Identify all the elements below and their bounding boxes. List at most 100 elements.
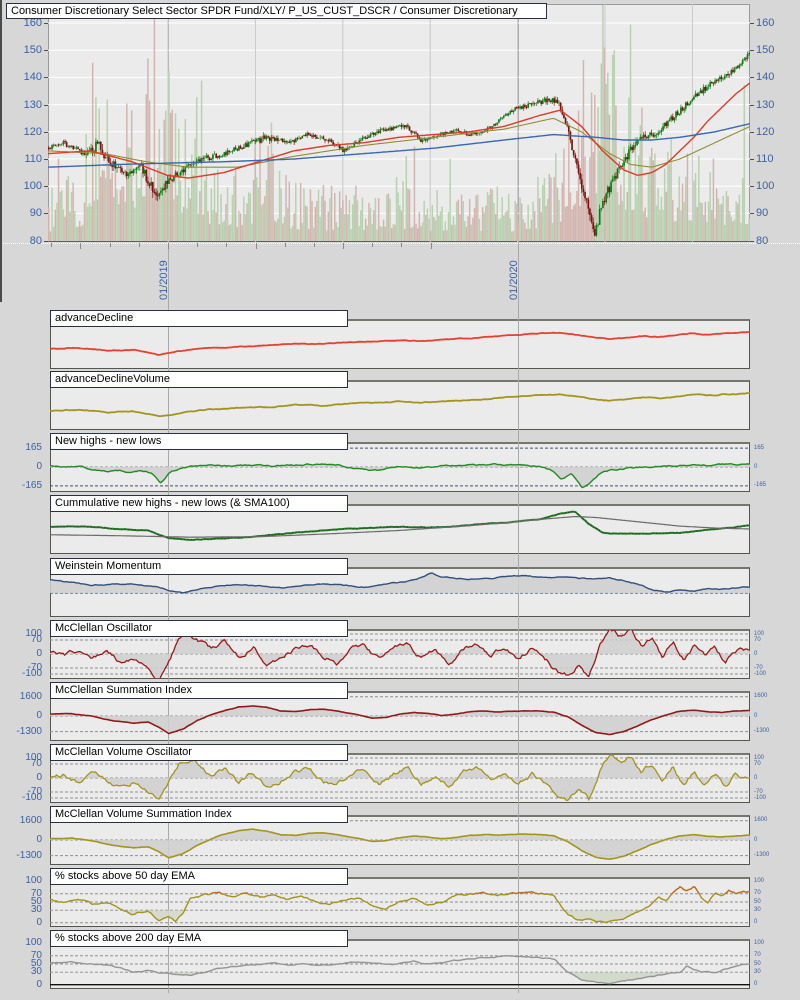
panel-label: advanceDecline xyxy=(55,312,134,324)
panel-label-box: McClellan Volume Summation Index xyxy=(50,806,348,823)
panel-axis-label: 1600 xyxy=(754,693,768,700)
panel-axis-label: 1600 xyxy=(19,815,42,826)
panel-label-box: Cummulative new highs - new lows (& SMA1… xyxy=(50,495,348,512)
panel-label-box: McClellan Volume Oscillator xyxy=(50,744,348,761)
price-volume-chart[interactable] xyxy=(48,4,750,242)
panel-axis-label: 0 xyxy=(36,710,42,721)
panel-mcclellan-volume-summation-index: McClellan Volume Summation Index xyxy=(0,806,800,869)
panel-axis-label: 165 xyxy=(754,444,765,451)
pct-above-50day-ema-plot[interactable] xyxy=(50,878,750,926)
mcclellan-oscillator-plot[interactable] xyxy=(50,630,750,678)
panel-axis-label: 50 xyxy=(754,960,761,967)
panel-axis-label: 165 xyxy=(25,442,42,453)
chart-title-box: Consumer Discretionary Select Sector SPD… xyxy=(6,3,547,19)
panel-pct-above-200day-ema: % stocks above 200 day EMA xyxy=(0,930,800,993)
month-tick xyxy=(80,243,81,249)
panel-axis-label: 30 xyxy=(30,966,42,977)
panel-axis-label: 100 xyxy=(25,937,42,948)
y-axis-tick xyxy=(750,132,754,133)
panel-label: McClellan Volume Oscillator xyxy=(55,746,192,758)
y-axis-label: 150 xyxy=(23,44,42,56)
panel-label-box: McClellan Summation Index xyxy=(50,682,348,699)
panel-axis-label: 30 xyxy=(30,904,42,915)
y-axis-label: 80 xyxy=(29,235,42,247)
panel-axis-label: 100 xyxy=(754,877,765,884)
panel-axis-label: -1300 xyxy=(16,850,42,861)
y-axis-label: 130 xyxy=(23,99,42,111)
panel-axis-label: 0 xyxy=(754,650,758,657)
panel-axis-label: 1600 xyxy=(19,691,42,702)
panel-axis-label: 0 xyxy=(754,919,758,926)
advance-decline-plot[interactable] xyxy=(50,320,750,368)
panel-axis-label: 0 xyxy=(754,774,758,781)
y-axis-tick xyxy=(750,213,754,214)
panel-label: McClellan Volume Summation Index xyxy=(55,808,232,820)
panel-axis-label: -100 xyxy=(754,794,767,801)
panel-axis-label: 1600 xyxy=(754,817,768,824)
date-axis-line xyxy=(0,243,800,244)
panel-label-box: Weinstein Momentum xyxy=(50,558,348,575)
month-tick xyxy=(139,243,140,247)
mcclellan-volume-oscillator-plot[interactable] xyxy=(50,754,750,802)
y-axis-label: 110 xyxy=(24,153,42,165)
window-left-edge xyxy=(0,0,2,302)
panel-label: Weinstein Momentum xyxy=(55,560,162,572)
y-axis-tick xyxy=(44,213,48,214)
month-tick xyxy=(197,243,198,247)
panel-label-box: % stocks above 200 day EMA xyxy=(50,930,348,947)
weinstein-momentum-plot[interactable] xyxy=(50,568,750,616)
panel-axis-label: -100 xyxy=(754,670,767,677)
new-highs-new-lows-plot[interactable] xyxy=(50,443,750,491)
panel-new-highs-new-lows: New highs - new lows xyxy=(0,433,800,496)
panel-label: % stocks above 200 day EMA xyxy=(55,932,202,944)
panel-axis-label: 30 xyxy=(754,906,761,913)
panel-axis-label: -1300 xyxy=(16,726,42,737)
y-axis-tick xyxy=(44,132,48,133)
panel-axis-label: 0 xyxy=(36,834,42,845)
month-tick xyxy=(314,243,315,247)
panel-axis-label: 0 xyxy=(36,917,42,928)
month-tick xyxy=(372,243,373,247)
mcclellan-summation-index-plot[interactable] xyxy=(50,692,750,740)
y-axis-tick xyxy=(44,50,48,51)
panel-axis-label: 70 xyxy=(754,636,761,643)
panel-label: Cummulative new highs - new lows (& SMA1… xyxy=(55,497,290,509)
panel-axis-label: 0 xyxy=(36,648,42,659)
panel-axis-label: 0 xyxy=(36,772,42,783)
mcclellan-volume-summation-index-plot[interactable] xyxy=(50,816,750,864)
panel-axis-label: 0 xyxy=(36,979,42,990)
y-axis-label: 100 xyxy=(756,180,775,192)
panel-axis-label: 100 xyxy=(754,939,765,946)
advance-decline-volume-plot[interactable] xyxy=(50,381,750,429)
panel-mcclellan-oscillator: McClellan Oscillator xyxy=(0,620,800,683)
panel-label: New highs - new lows xyxy=(55,435,162,447)
y-axis-tick xyxy=(750,186,754,187)
y-axis-tick xyxy=(44,159,48,160)
pct-above-200day-ema-plot[interactable] xyxy=(50,940,750,988)
y-axis-tick xyxy=(750,159,754,160)
y-axis-label: 90 xyxy=(29,207,42,219)
month-tick xyxy=(401,243,402,247)
chart-application-window: Consumer Discretionary Select Sector SPD… xyxy=(0,0,800,1000)
panel-label: McClellan Summation Index xyxy=(55,684,192,696)
cumulative-new-highs-new-lows-plot[interactable] xyxy=(50,505,750,553)
y-axis-tick xyxy=(750,77,754,78)
panel-label: McClellan Oscillator xyxy=(55,622,153,634)
panel-axis-label: 30 xyxy=(754,968,761,975)
panel-axis-label: -165 xyxy=(21,480,42,491)
month-tick xyxy=(285,243,286,247)
month-tick xyxy=(256,243,257,249)
panel-advance-decline: advanceDecline xyxy=(0,310,800,373)
y-axis-tick xyxy=(44,241,48,242)
y-axis-label: 80 xyxy=(756,235,769,247)
panel-axis-label: 70 xyxy=(30,634,42,645)
panel-axis-label: 0 xyxy=(754,463,758,470)
panel-label-box: advanceDecline xyxy=(50,310,348,327)
panel-axis-label: 0 xyxy=(754,712,758,719)
panel-weinstein-momentum: Weinstein Momentum xyxy=(0,558,800,621)
y-axis-label: 120 xyxy=(23,126,42,138)
y-axis-label: 140 xyxy=(23,71,42,83)
y-axis-tick xyxy=(44,105,48,106)
panel-cumulative-new-highs-new-lows: Cummulative new highs - new lows (& SMA1… xyxy=(0,495,800,558)
panel-label: advanceDeclineVolume xyxy=(55,373,170,385)
